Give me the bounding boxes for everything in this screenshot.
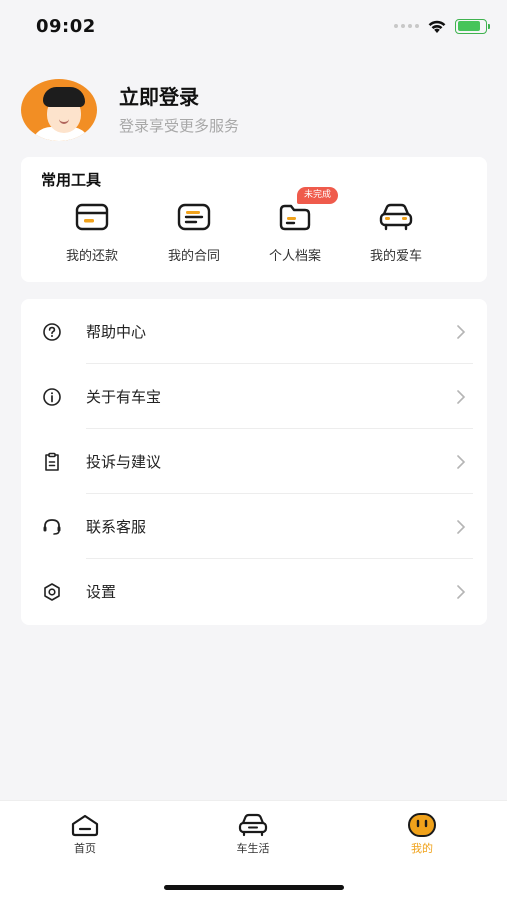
menu-label: 投诉与建议 bbox=[86, 453, 162, 471]
home-icon bbox=[71, 814, 99, 837]
car-icon bbox=[378, 201, 414, 233]
menu-item-customer-service[interactable]: 联系客服 bbox=[21, 494, 487, 559]
wifi-icon bbox=[428, 20, 446, 33]
menu-label: 设置 bbox=[86, 583, 117, 601]
menu-item-complaints[interactable]: 投诉与建议 bbox=[21, 429, 487, 494]
tab-home[interactable]: 首页 bbox=[45, 813, 125, 857]
menu-item-help-center[interactable]: 帮助中心 bbox=[21, 299, 487, 364]
tools-title: 常用工具 bbox=[41, 171, 102, 189]
contract-icon bbox=[176, 201, 212, 233]
wallet-icon bbox=[74, 201, 110, 233]
tool-label: 我的还款 bbox=[65, 249, 118, 264]
tool-label: 个人档案 bbox=[268, 249, 321, 264]
info-circle-icon bbox=[41, 386, 63, 408]
chevron-right-icon bbox=[457, 454, 466, 469]
car-icon bbox=[238, 813, 268, 837]
tool-personal-file[interactable]: 未完成 个人档案 bbox=[255, 187, 339, 267]
headset-icon bbox=[41, 516, 63, 538]
status-time: 09:02 bbox=[36, 15, 96, 37]
login-subtitle: 登录享受更多服务 bbox=[119, 117, 240, 135]
folder-icon: 未完成 bbox=[277, 187, 339, 233]
menu-label: 关于有车宝 bbox=[86, 388, 162, 406]
avatar[interactable] bbox=[21, 79, 97, 141]
menu-item-about[interactable]: 关于有车宝 bbox=[21, 364, 487, 429]
login-title[interactable]: 立即登录 bbox=[119, 84, 239, 110]
chevron-right-icon bbox=[457, 584, 466, 599]
common-tools-card: 常用工具 我的还款 我的合同 未完成 个人档案 我的爱车 bbox=[21, 157, 487, 282]
chevron-right-icon bbox=[457, 389, 466, 404]
tool-my-car[interactable]: 我的爱车 bbox=[356, 201, 436, 267]
status-indicators bbox=[394, 18, 490, 34]
menu-item-settings[interactable]: 设置 bbox=[21, 559, 487, 624]
battery-icon bbox=[455, 18, 490, 34]
tab-mine[interactable]: 我的 bbox=[382, 813, 462, 857]
menu-label: 联系客服 bbox=[86, 518, 147, 536]
chevron-right-icon bbox=[457, 519, 466, 534]
tab-label: 我的 bbox=[411, 842, 433, 855]
tool-my-contract[interactable]: 我的合同 bbox=[154, 201, 234, 267]
smiley-face-icon bbox=[408, 813, 436, 837]
home-indicator bbox=[164, 885, 344, 890]
incomplete-badge: 未完成 bbox=[297, 187, 339, 204]
hexagon-settings-icon bbox=[41, 581, 63, 603]
tool-label: 我的合同 bbox=[167, 249, 220, 264]
clipboard-icon bbox=[41, 451, 63, 473]
tab-label: 车生活 bbox=[236, 842, 270, 855]
tab-label: 首页 bbox=[74, 842, 96, 855]
tool-label: 我的爱车 bbox=[369, 249, 422, 264]
question-circle-icon bbox=[41, 321, 63, 343]
settings-menu-card: 帮助中心 关于有车宝 投诉与建议 联系客服 设置 bbox=[21, 299, 487, 625]
login-header[interactable]: 立即登录 登录享受更多服务 bbox=[21, 78, 491, 142]
cellular-signal-icon bbox=[394, 24, 419, 28]
tool-my-repayment[interactable]: 我的还款 bbox=[52, 201, 132, 267]
battery-level bbox=[457, 21, 481, 31]
chevron-right-icon bbox=[457, 324, 466, 339]
tab-car-life[interactable]: 车生活 bbox=[213, 813, 293, 857]
status-bar: 09:02 bbox=[0, 0, 507, 52]
menu-label: 帮助中心 bbox=[86, 323, 147, 341]
